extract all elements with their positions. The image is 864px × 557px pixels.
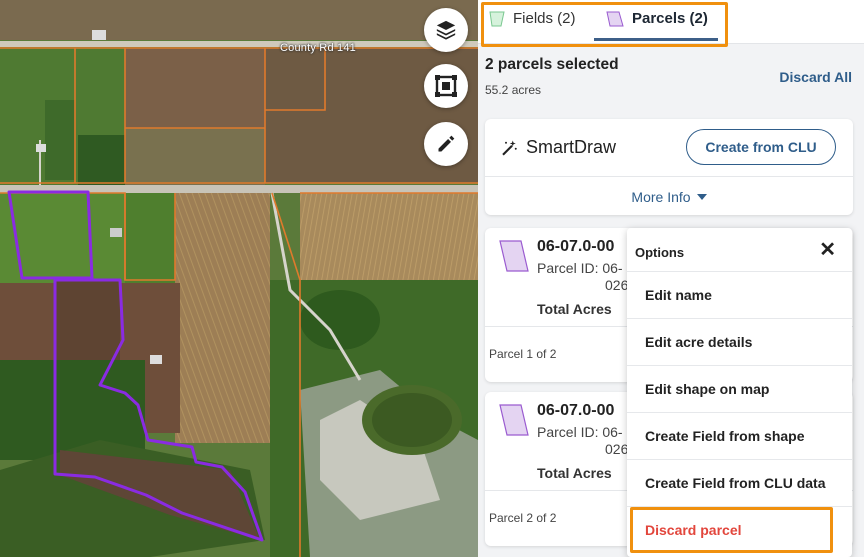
parcel-id: Parcel ID: 06- xyxy=(537,260,623,276)
tab-fields-label: Fields (2) xyxy=(513,10,576,27)
satellite-imagery xyxy=(0,0,478,557)
field-shape-icon xyxy=(489,11,505,26)
tab-bar: Fields (2) Parcels (2) xyxy=(478,0,864,44)
road-label: County Rd 141 xyxy=(280,42,356,54)
parcel-id: Parcel ID: 06- xyxy=(537,424,623,440)
smartdraw-card: SmartDraw Create from CLU More Info xyxy=(485,119,853,215)
create-from-clu-button[interactable]: Create from CLU xyxy=(686,129,836,165)
magic-wand-icon xyxy=(502,140,517,155)
menu-item-edit-acre-details[interactable]: Edit acre details xyxy=(627,318,852,365)
caret-down-icon xyxy=(696,193,707,200)
select-frame-icon xyxy=(435,75,457,97)
map-view[interactable]: County Rd 141 xyxy=(0,0,478,557)
parcel-shape-icon xyxy=(499,404,529,436)
parcel-id-continued: 026 xyxy=(605,277,629,293)
parcel-shape-icon xyxy=(499,240,529,272)
smartdraw-label: SmartDraw xyxy=(526,137,617,157)
options-menu: Options ✕ Edit name Edit acre details Ed… xyxy=(627,228,852,557)
smartdraw-title: SmartDraw xyxy=(500,137,616,158)
parcel-shape-icon xyxy=(606,11,624,26)
parcel-name: 06-07.0-00 xyxy=(537,238,615,255)
menu-item-edit-shape[interactable]: Edit shape on map xyxy=(627,365,852,412)
parcel-count: Parcel 2 of 2 xyxy=(489,511,557,525)
tab-fields[interactable]: Fields (2) xyxy=(489,10,576,27)
menu-item-discard-parcel[interactable]: Discard parcel xyxy=(627,506,852,553)
selection-acres: 55.2 acres xyxy=(485,83,542,97)
active-tab-indicator xyxy=(594,38,718,41)
more-info-toggle[interactable]: More Info xyxy=(485,176,853,216)
close-icon[interactable]: ✕ xyxy=(819,240,836,260)
draw-button[interactable] xyxy=(424,122,468,166)
total-acres-label: Total Acres xyxy=(537,301,612,317)
menu-item-create-field-from-shape[interactable]: Create Field from shape xyxy=(627,412,852,459)
parcel-count: Parcel 1 of 2 xyxy=(489,347,557,361)
discard-all-button[interactable]: Discard All xyxy=(779,69,852,85)
parcel-id-continued: 026 xyxy=(605,441,629,457)
select-area-button[interactable] xyxy=(424,64,468,108)
pencil-icon xyxy=(438,135,455,152)
more-info-label: More Info xyxy=(631,188,691,205)
parcel-name: 06-07.0-00 xyxy=(537,402,615,419)
selection-title: 2 parcels selected xyxy=(485,56,619,73)
layers-icon xyxy=(436,20,456,40)
menu-item-create-field-from-clu[interactable]: Create Field from CLU data xyxy=(627,459,852,506)
layers-button[interactable] xyxy=(424,8,468,52)
menu-item-edit-name[interactable]: Edit name xyxy=(627,271,852,318)
tab-parcels[interactable]: Parcels (2) xyxy=(606,10,708,27)
tab-parcels-label: Parcels (2) xyxy=(632,10,708,27)
total-acres-label: Total Acres xyxy=(537,465,612,481)
options-menu-title: Options xyxy=(635,245,685,260)
